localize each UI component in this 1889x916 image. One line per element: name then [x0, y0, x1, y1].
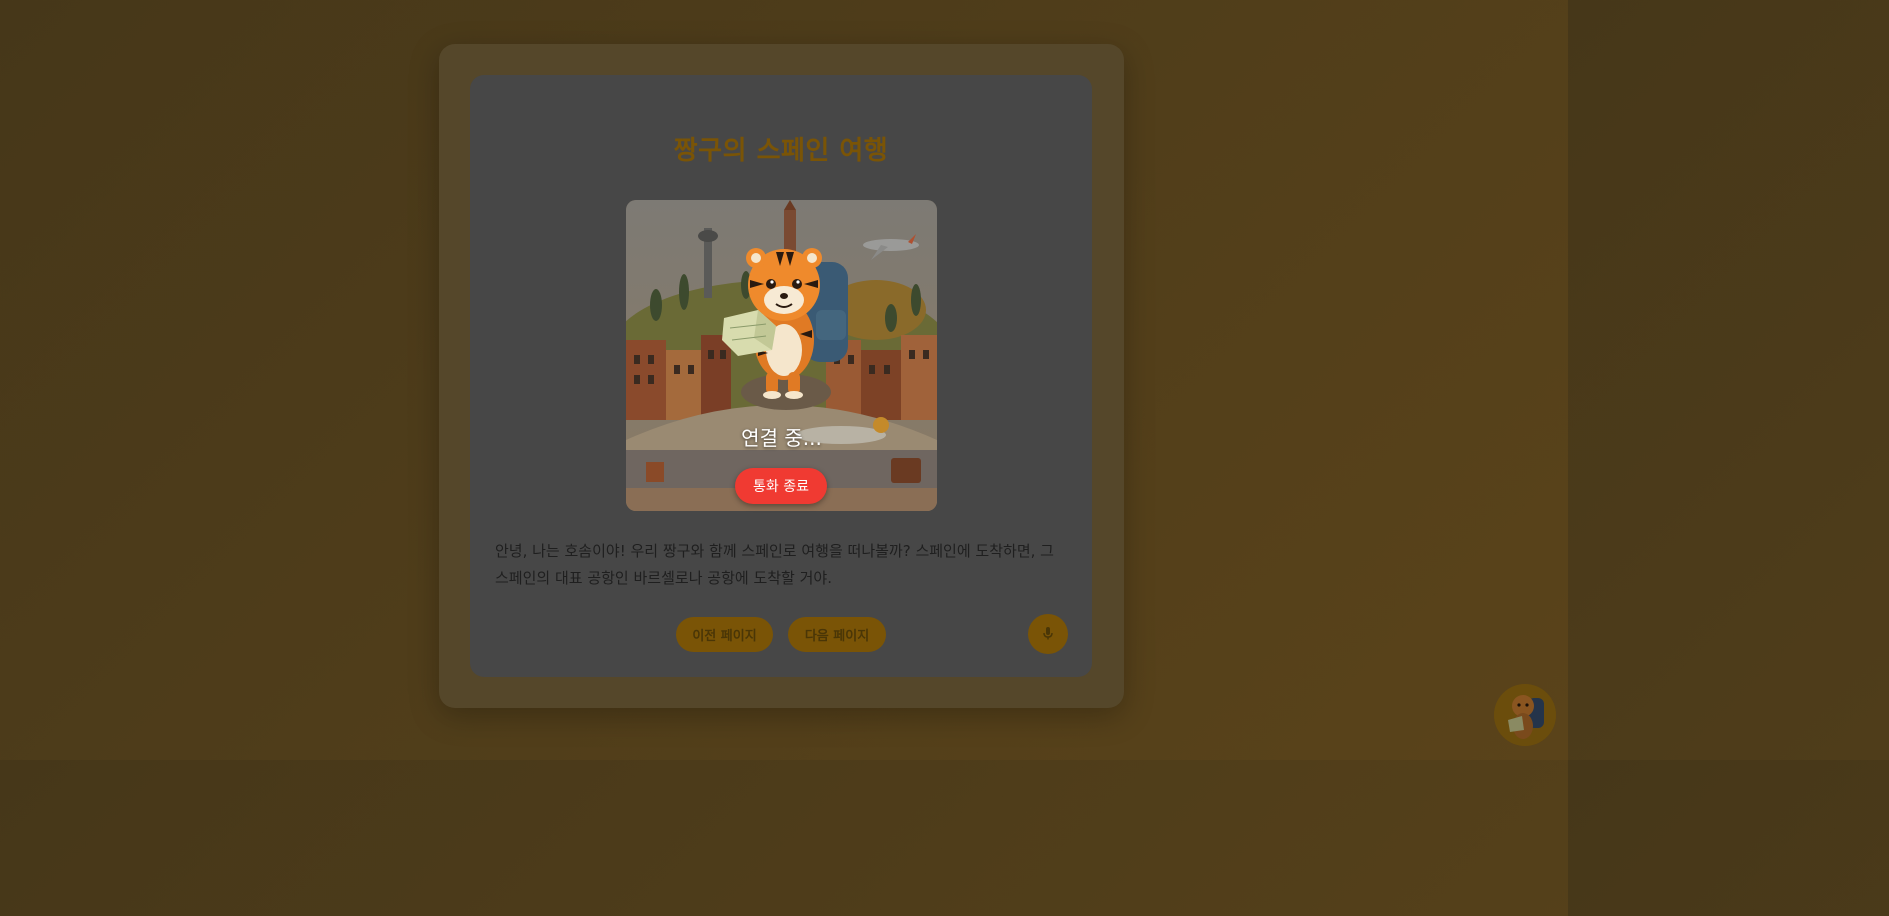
next-page-button[interactable]: 다음 페이지 [788, 617, 886, 652]
story-text: 안녕, 나는 호솜이야! 우리 짱구와 함께 스페인로 여행을 떠나볼까? 스페… [495, 542, 1054, 587]
story-illustration [626, 200, 937, 511]
prev-page-button[interactable]: 이전 페이지 [676, 617, 773, 652]
microphone-icon [1040, 625, 1056, 644]
microphone-button[interactable] [1028, 614, 1068, 654]
tiger-traveler-illustration [626, 200, 937, 511]
end-call-button[interactable]: 통화 종료 [735, 468, 827, 504]
tiger-avatar-icon [1494, 684, 1556, 746]
call-status-text: 연결 중... [741, 426, 822, 450]
story-title: 짱구의 스페인 여행 [673, 136, 889, 166]
tiger-avatar-button[interactable] [1494, 684, 1556, 746]
